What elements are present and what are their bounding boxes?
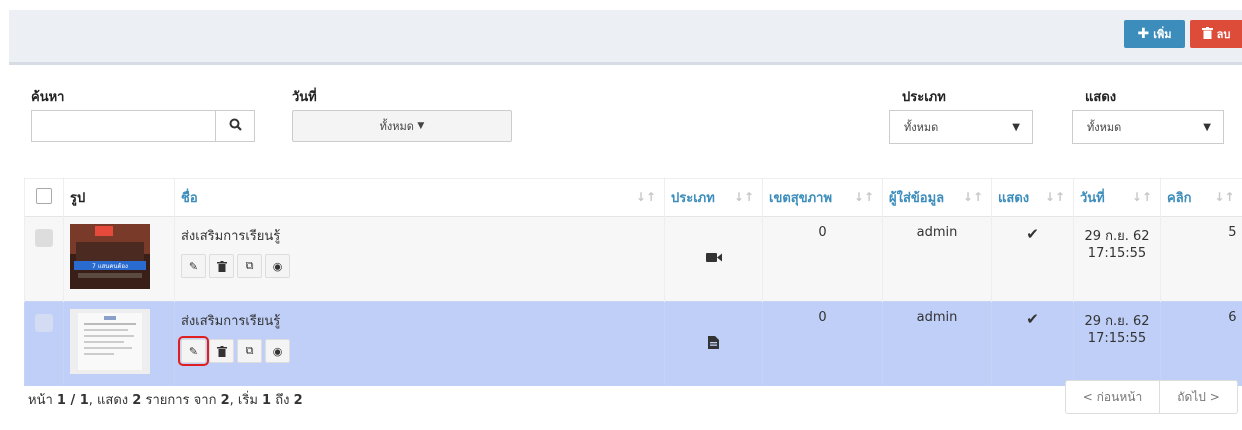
chevron-down-icon: ▼	[1012, 122, 1020, 133]
video-camera-icon	[705, 252, 722, 262]
view-button[interactable]: ◉	[265, 254, 290, 278]
copy-button[interactable]: ⧉	[237, 254, 262, 278]
clicks-cell: 5	[1160, 216, 1242, 302]
name-cell: ส่งเสริมการเรียนรู้ ✎ ⧉ ◉	[174, 216, 665, 302]
thumbnail-cell	[63, 301, 175, 386]
document-thumbnail[interactable]	[70, 309, 150, 374]
thumbnail-cell: 7 แสนคนต้อง	[63, 216, 175, 302]
copy-button[interactable]: ⧉	[237, 339, 262, 363]
delete-button[interactable]: ลบ	[1190, 20, 1242, 48]
search-input[interactable]	[31, 110, 216, 142]
select-all-cell	[24, 178, 64, 217]
author-cell: admin	[882, 301, 992, 386]
delete-row-button[interactable]	[209, 339, 234, 363]
show-select[interactable]: ทั้งหมด ▼	[1072, 110, 1224, 144]
date-cell: 29 ก.ย. 62 17:15:55	[1073, 301, 1161, 386]
header-type[interactable]: ประเภท ↓↑	[664, 178, 763, 217]
show-cell: ✔	[991, 301, 1074, 386]
sort-icon: ↓↑	[1131, 190, 1152, 204]
trash-icon	[216, 260, 227, 272]
type-cell	[664, 216, 763, 302]
type-cell	[664, 301, 763, 386]
search-icon	[229, 118, 242, 135]
table-header-row: รูป ชื่อ ↓↑ ประเภท ↓↑ เขตสุขภาพ ↓↑ ผู้ใส่ข้…	[24, 178, 1242, 217]
zone-cell: 0	[762, 216, 883, 302]
name-cell: ส่งเสริมการเรียนรู้ ✎ ⧉ ◉	[174, 301, 665, 386]
edit-button[interactable]: ✎	[181, 254, 206, 278]
video-thumbnail[interactable]: 7 แสนคนต้อง	[70, 224, 150, 289]
row-actions: ✎ ⧉ ◉	[181, 254, 658, 278]
author-cell: admin	[882, 216, 992, 302]
plus-icon: ✚	[1137, 26, 1150, 42]
date-cell: 29 ก.ย. 62 17:15:55	[1073, 216, 1161, 302]
document-icon	[708, 335, 719, 349]
type-label: ประเภท	[902, 90, 946, 105]
row-title: ส่งเสริมการเรียนรู้	[181, 314, 281, 329]
toolbar	[9, 10, 1242, 65]
row-checkbox[interactable]	[35, 314, 53, 332]
row-select-cell	[24, 216, 64, 302]
sort-icon: ↓↑	[1214, 190, 1235, 204]
add-button[interactable]: ✚ เพิ่ม	[1124, 20, 1185, 48]
header-zone[interactable]: เขตสุขภาพ ↓↑	[762, 178, 883, 217]
pencil-icon: ✎	[188, 344, 199, 358]
next-page-button[interactable]: ถัดไป >	[1159, 380, 1238, 414]
prev-page-button[interactable]: < ก่อนหน้า	[1065, 380, 1160, 414]
type-select[interactable]: ทั้งหมด ▼	[889, 110, 1033, 144]
date-range-button[interactable]: ทั้งหมด ▼	[292, 110, 512, 142]
sort-icon: ↓↑	[962, 190, 983, 204]
row-actions: ✎ ⧉ ◉	[178, 336, 658, 366]
edit-button[interactable]: ✎	[178, 336, 209, 366]
zone-cell: 0	[762, 301, 883, 386]
select-all-checkbox[interactable]	[36, 187, 52, 204]
svg-text:7 แสนคนต้อง: 7 แสนคนต้อง	[92, 263, 128, 270]
checkmark-icon: ✔	[1026, 225, 1039, 243]
eye-icon: ◉	[272, 259, 283, 273]
copy-icon: ⧉	[245, 259, 254, 272]
caret-down-icon: ▼	[417, 121, 425, 131]
header-name[interactable]: ชื่อ ↓↑	[174, 178, 665, 217]
pencil-icon: ✎	[188, 259, 199, 273]
sort-icon: ↓↑	[1044, 190, 1065, 204]
row-select-cell	[24, 301, 64, 386]
header-date[interactable]: วันที่ ↓↑	[1073, 178, 1161, 217]
header-show[interactable]: แสดง ↓↑	[991, 178, 1074, 217]
trash-icon	[1201, 26, 1213, 42]
show-label: แสดง	[1085, 90, 1117, 105]
row-checkbox[interactable]	[35, 229, 53, 247]
sort-icon: ↓↑	[635, 190, 656, 204]
sort-icon: ↓↑	[733, 190, 754, 204]
pagination-summary: หน้า 1 / 1, แสดง 2 รายการ จาก 2, เริ่ม 1…	[28, 393, 303, 408]
header-author[interactable]: ผู้ใส่ข้อมูล ↓↑	[882, 178, 992, 217]
chevron-down-icon: ▼	[1203, 122, 1211, 133]
row-title: ส่งเสริมการเรียนรู้	[181, 229, 281, 244]
search-label: ค้นหา	[31, 90, 65, 105]
header-clicks[interactable]: คลิก ↓↑	[1160, 178, 1242, 217]
clicks-cell: 6	[1160, 301, 1242, 386]
sort-icon: ↓↑	[853, 190, 874, 204]
date-label: วันที่	[292, 90, 317, 105]
table-row[interactable]: ส่งเสริมการเรียนรู้ ✎ ⧉ ◉ 0 admin ✔ 29 ก…	[24, 301, 1242, 386]
search-button[interactable]	[215, 110, 255, 142]
copy-icon: ⧉	[245, 344, 254, 357]
checkmark-icon: ✔	[1026, 310, 1039, 328]
view-button[interactable]: ◉	[265, 339, 290, 363]
eye-icon: ◉	[272, 344, 283, 358]
table-row[interactable]: 7 แสนคนต้อง ส่งเสริมการเรียนรู้ ✎ ⧉ ◉ 0	[24, 216, 1242, 302]
content-table: รูป ชื่อ ↓↑ ประเภท ↓↑ เขตสุขภาพ ↓↑ ผู้ใส่ข้…	[24, 178, 1242, 386]
header-image: รูป	[63, 178, 175, 217]
show-cell: ✔	[991, 216, 1074, 302]
delete-row-button[interactable]	[209, 254, 234, 278]
trash-icon	[216, 345, 227, 357]
